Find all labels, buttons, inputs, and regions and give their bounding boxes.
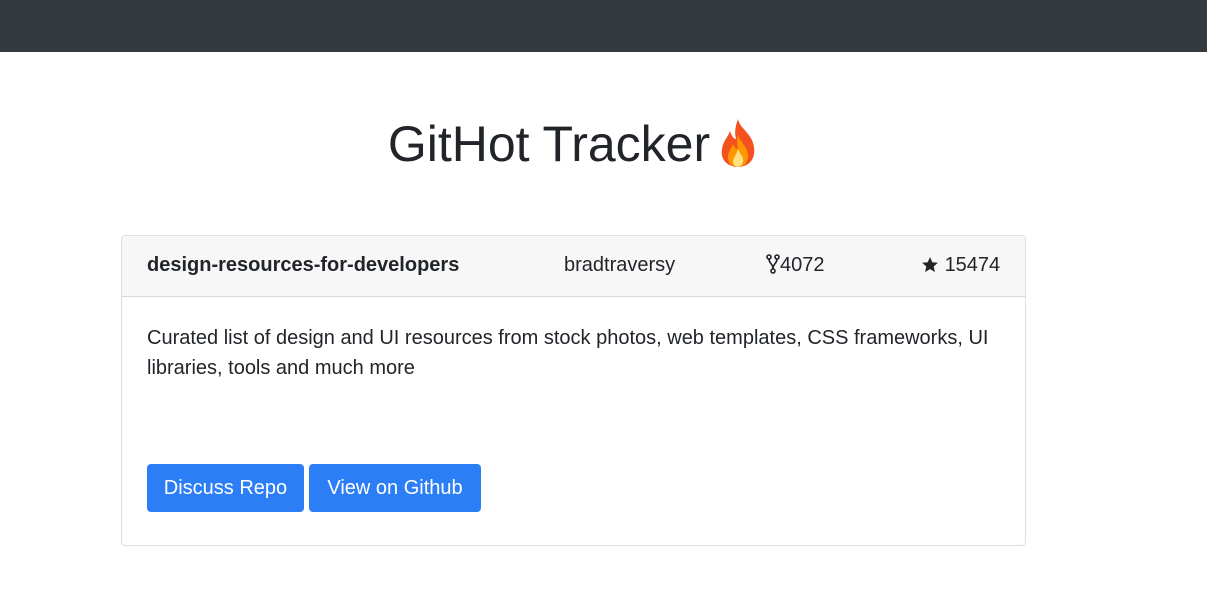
repo-card-header: design-resources-for-developers bradtrav… bbox=[122, 236, 1025, 297]
discuss-repo-button[interactable]: Discuss Repo bbox=[147, 464, 304, 512]
repo-stars: 15474 bbox=[921, 254, 1000, 277]
view-on-github-button[interactable]: View on Github bbox=[309, 464, 481, 512]
fire-icon bbox=[721, 119, 755, 167]
star-icon bbox=[922, 257, 938, 272]
fork-icon bbox=[766, 254, 780, 274]
page-title: GitHot Tracker bbox=[0, 112, 1148, 176]
repo-owner: bradtraversy bbox=[564, 254, 676, 276]
repo-forks: 4072 bbox=[766, 254, 825, 277]
page-title-text: GitHot Tracker bbox=[387, 116, 711, 172]
repo-name: design-resources-for-developers bbox=[147, 254, 460, 276]
repo-forks-count: 4072 bbox=[780, 254, 825, 276]
top-navbar bbox=[0, 0, 1207, 52]
repo-stars-count: 15474 bbox=[944, 254, 1001, 276]
repo-card: design-resources-for-developers bradtrav… bbox=[121, 235, 1026, 546]
repo-description: Curated list of design and UI resources … bbox=[147, 327, 989, 379]
